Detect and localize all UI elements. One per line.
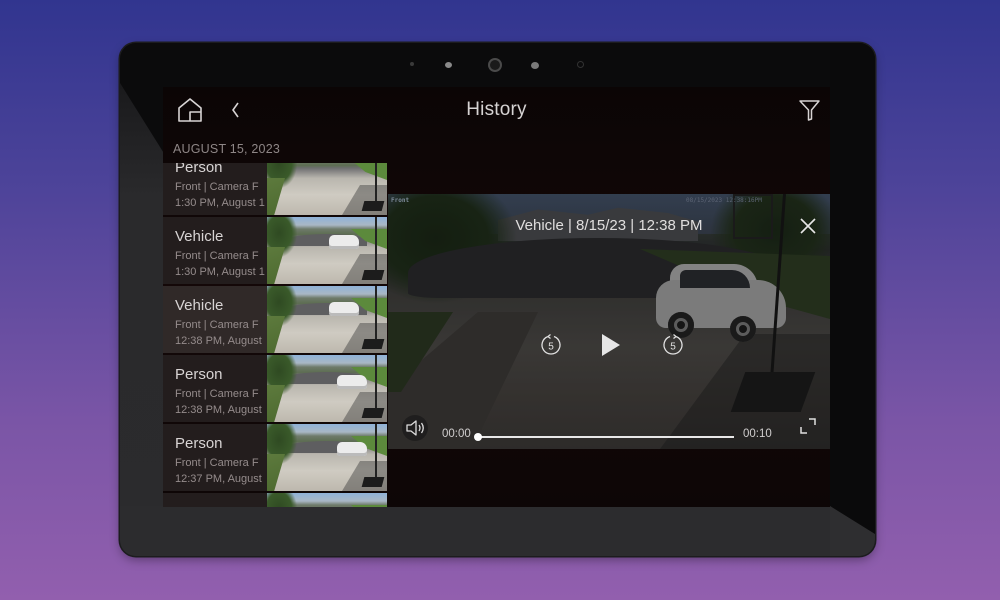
event-text: Person xyxy=(175,493,267,507)
event-thumbnail xyxy=(267,355,387,422)
close-button[interactable] xyxy=(798,216,818,236)
video-title: Vehicle | 8/15/23 | 12:38 PM xyxy=(515,217,703,234)
event-type: Person xyxy=(175,366,223,383)
close-icon xyxy=(800,218,816,234)
rewind-5-icon: 5 xyxy=(541,333,561,355)
event-time: 1:30 PM, August 1 xyxy=(175,197,265,209)
event-list-item-selected[interactable]: Vehicle Front | Camera F 12:38 PM, Augus… xyxy=(163,286,387,353)
event-type: Person xyxy=(175,504,223,507)
event-type: Vehicle xyxy=(175,297,224,314)
fullscreen-icon xyxy=(800,418,816,434)
forward-5-icon: 5 xyxy=(663,333,683,355)
event-text: Vehicle Front | Camera F 1:30 PM, August… xyxy=(175,217,267,284)
front-camera-lens xyxy=(490,60,500,70)
seek-bar[interactable] xyxy=(474,433,734,441)
event-list-item[interactable]: Person xyxy=(163,493,387,507)
event-type: Person xyxy=(175,435,223,452)
event-thumbnail xyxy=(267,163,387,215)
event-list[interactable]: Person Front | Camera F 1:30 PM, August … xyxy=(163,163,387,507)
camera-name-overlay: Front xyxy=(391,197,410,204)
volume-icon xyxy=(406,420,424,436)
event-time: 12:38 PM, August xyxy=(175,404,262,416)
volume-button[interactable] xyxy=(402,415,428,441)
event-camera: Front | Camera F xyxy=(175,457,259,469)
event-text: Person Front | Camera F 1:30 PM, August … xyxy=(175,163,267,215)
play-icon xyxy=(602,334,620,356)
event-text: Vehicle Front | Camera F 12:38 PM, Augus… xyxy=(175,286,267,353)
event-thumbnail xyxy=(267,217,387,284)
event-list-item[interactable]: Person Front | Camera F 12:38 PM, August xyxy=(163,355,387,422)
touch-screen: History AUGUST 15, 2023 Person Front | C… xyxy=(163,87,830,507)
sensor-dot xyxy=(578,62,583,67)
header-bar: History xyxy=(163,87,830,135)
duration: 00:10 xyxy=(743,428,772,440)
rewind-5-button[interactable]: 5 xyxy=(539,333,563,357)
svg-text:5: 5 xyxy=(670,342,676,353)
svg-text:5: 5 xyxy=(548,342,554,353)
forward-5-button[interactable]: 5 xyxy=(661,333,685,357)
event-camera: Front | Camera F xyxy=(175,388,259,400)
play-button[interactable] xyxy=(599,332,623,358)
sensor-dot xyxy=(445,62,452,68)
camera-timestamp-overlay: 08/15/2023 12:38:16PM xyxy=(686,197,762,204)
front-sensors xyxy=(120,58,875,72)
current-time: 00:00 xyxy=(442,428,471,440)
event-type: Vehicle xyxy=(175,228,224,245)
event-camera: Front | Camera F xyxy=(175,319,259,331)
event-list-item[interactable]: Person Front | Camera F 12:37 PM, August xyxy=(163,424,387,491)
filter-icon xyxy=(799,100,820,121)
event-list-item[interactable]: Vehicle Front | Camera F 1:30 PM, August… xyxy=(163,217,387,284)
page-title: History xyxy=(466,99,527,120)
event-text: Person Front | Camera F 12:38 PM, August xyxy=(175,355,267,422)
fullscreen-button[interactable] xyxy=(798,416,818,436)
event-camera: Front | Camera F xyxy=(175,181,259,193)
sensor-dot xyxy=(531,62,539,69)
event-thumbnail xyxy=(267,424,387,491)
sensor-dot xyxy=(410,62,414,66)
video-player[interactable]: Front 08/15/2023 12:38:16PM Vehicle | 8/… xyxy=(388,194,830,449)
event-thumbnail xyxy=(267,493,387,507)
event-thumbnail xyxy=(267,286,387,353)
bezel-reflection xyxy=(120,506,875,556)
event-camera: Front | Camera F xyxy=(175,250,259,262)
event-time: 1:30 PM, August 1 xyxy=(175,266,265,278)
bezel-reflection xyxy=(830,43,875,556)
event-time: 12:37 PM, August xyxy=(175,473,262,485)
event-type: Person xyxy=(175,163,223,176)
filter-button[interactable] xyxy=(798,98,822,122)
date-group-header: AUGUST 15, 2023 xyxy=(173,142,280,156)
event-list-item[interactable]: Person Front | Camera F 1:30 PM, August … xyxy=(163,163,387,215)
event-time: 12:38 PM, August xyxy=(175,335,262,347)
seek-handle[interactable] xyxy=(474,433,482,441)
event-text: Person Front | Camera F 12:37 PM, August xyxy=(175,424,267,491)
